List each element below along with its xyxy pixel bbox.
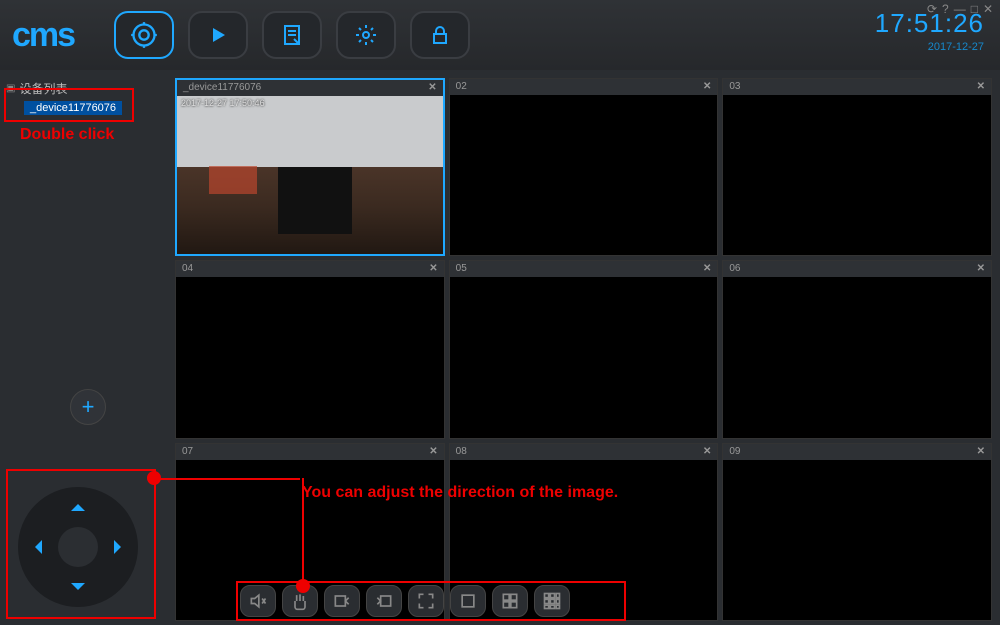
ptz-center[interactable] xyxy=(58,527,98,567)
main: ▣ 设备列表 _device11776076 Double click + _d… xyxy=(0,70,1000,625)
cell-header: 02 ✕ xyxy=(450,79,718,95)
cell-label: 02 xyxy=(456,79,467,95)
annotation-line-1 xyxy=(154,478,300,480)
cell-header: 05 ✕ xyxy=(450,261,718,277)
close-icon[interactable]: ✕ xyxy=(983,2,994,16)
tree-root-label: 设备列表 xyxy=(19,80,67,97)
collapse-icon[interactable]: ▣ xyxy=(6,83,15,94)
grid-wrap: _device11776076✕2017-12-27 17:50:4602✕03… xyxy=(175,70,1000,625)
tree-root[interactable]: ▣ 设备列表 xyxy=(6,80,169,97)
cell-header: 09 ✕ xyxy=(723,444,991,460)
video-cell[interactable]: 02 ✕ xyxy=(449,78,719,256)
settings-button[interactable] xyxy=(336,11,396,59)
cell-header: 03 ✕ xyxy=(723,79,991,95)
cell-header: _device11776076 ✕ xyxy=(177,80,443,96)
video-cell[interactable]: 06 ✕ xyxy=(722,260,992,438)
video-grid: _device11776076✕2017-12-27 17:50:4602✕03… xyxy=(175,78,992,621)
cell-label: 09 xyxy=(729,444,740,460)
sidebar: ▣ 设备列表 _device11776076 Double click + xyxy=(0,70,175,625)
mute-button[interactable] xyxy=(240,585,276,617)
tree-device-item[interactable]: _device11776076 xyxy=(24,101,122,115)
video-cell[interactable]: 09 ✕ xyxy=(722,443,992,621)
ptz-down[interactable] xyxy=(71,583,85,597)
cell-label: _device11776076 xyxy=(183,80,261,96)
clock-date: 2017-12-27 xyxy=(875,41,984,53)
cell-close-icon[interactable]: ✕ xyxy=(429,261,437,277)
nav-buttons xyxy=(114,11,470,59)
logo: cms xyxy=(12,16,74,55)
cell-close-icon[interactable]: ✕ xyxy=(977,261,985,277)
ptz-left[interactable] xyxy=(28,540,42,554)
add-device-button[interactable]: + xyxy=(70,389,106,425)
video-cell[interactable]: 04 ✕ xyxy=(175,260,445,438)
clock-time: 17:51:26 xyxy=(875,8,984,39)
video-cell[interactable]: 03 ✕ xyxy=(722,78,992,256)
cell-close-icon[interactable]: ✕ xyxy=(429,444,437,460)
lock-button[interactable] xyxy=(410,11,470,59)
fullscreen-button[interactable] xyxy=(408,585,444,617)
layout-9-button[interactable] xyxy=(534,585,570,617)
cell-label: 08 xyxy=(456,444,467,460)
cell-label: 03 xyxy=(729,79,740,95)
device-tree: ▣ 设备列表 _device11776076 xyxy=(6,80,169,115)
cell-label: 07 xyxy=(182,444,193,460)
cell-close-icon[interactable]: ✕ xyxy=(703,444,711,460)
cell-close-icon[interactable]: ✕ xyxy=(703,261,711,277)
cell-header: 06 ✕ xyxy=(723,261,991,277)
cell-header: 07 ✕ xyxy=(176,444,444,460)
playback-button[interactable] xyxy=(188,11,248,59)
log-button[interactable] xyxy=(262,11,322,59)
video-cell[interactable]: _device11776076 ✕ 2017-12-27 17:50:46 xyxy=(175,78,445,256)
ptz-pad xyxy=(18,487,138,607)
cell-close-icon[interactable]: ✕ xyxy=(703,79,711,95)
cell-label: 05 xyxy=(456,261,467,277)
cell-header: 08 ✕ xyxy=(450,444,718,460)
next-page-button[interactable] xyxy=(366,585,402,617)
prev-page-button[interactable] xyxy=(324,585,360,617)
annotation-double-click: Double click xyxy=(20,126,114,144)
video-thumbnail xyxy=(177,96,443,254)
annotation-direction-text: You can adjust the direction of the imag… xyxy=(302,484,618,502)
cell-close-icon[interactable]: ✕ xyxy=(977,444,985,460)
video-cell[interactable]: 05 ✕ xyxy=(449,260,719,438)
live-view-button[interactable] xyxy=(114,11,174,59)
cell-label: 06 xyxy=(729,261,740,277)
ptz-right[interactable] xyxy=(114,540,128,554)
annotation-dot-2 xyxy=(296,579,310,593)
cell-header: 04 ✕ xyxy=(176,261,444,277)
cell-close-icon[interactable]: ✕ xyxy=(428,80,436,96)
ptz-up[interactable] xyxy=(71,497,85,511)
header: cms ⟳ ? — □ ✕ 17:51:26 2017-12-27 xyxy=(0,0,1000,70)
layout-4-button[interactable] xyxy=(492,585,528,617)
clock: 17:51:26 2017-12-27 xyxy=(875,8,984,53)
cell-close-icon[interactable]: ✕ xyxy=(977,79,985,95)
bottom-toolbar xyxy=(240,585,570,617)
layout-1-button[interactable] xyxy=(450,585,486,617)
cell-label: 04 xyxy=(182,261,193,277)
ptz-control xyxy=(18,487,138,607)
video-timestamp: 2017-12-27 17:50:46 xyxy=(181,98,265,108)
